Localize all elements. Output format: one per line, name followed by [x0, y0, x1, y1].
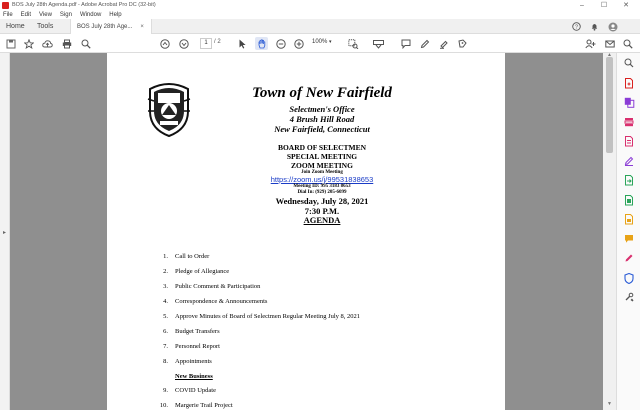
town-seal	[144, 81, 194, 138]
organize-pages-icon[interactable]	[623, 116, 635, 128]
new-business-heading: New Business	[175, 373, 213, 380]
pdf-page: Town of New Fairfield Selectmen's Office…	[107, 53, 505, 410]
tab-close-icon[interactable]: ×	[140, 24, 144, 30]
menu-view[interactable]: View	[39, 12, 52, 18]
scrollbar-thumb[interactable]	[606, 57, 613, 153]
agenda-item: 6. Budget Transfers	[163, 328, 220, 335]
meeting-id: Meeting ID: 995 3183 8653	[293, 184, 351, 189]
office-name: Selectmen's Office	[289, 104, 355, 114]
tab-home[interactable]: Home	[6, 19, 25, 34]
menu-bar: File Edit View Sign Window Help	[0, 10, 640, 19]
dial-in: Dial In: (929) 205-6099	[297, 190, 347, 195]
send-for-signature-icon[interactable]	[623, 194, 635, 206]
zoom-in-icon[interactable]	[292, 37, 305, 50]
zoom-meeting-heading: ZOOM MEETING	[291, 161, 353, 170]
keyboard-icon[interactable]	[372, 37, 385, 50]
agenda-item: 3. Public Comment & Participation	[163, 283, 261, 290]
stamp-icon[interactable]	[455, 37, 468, 50]
special-meeting-heading: SPECIAL MEETING	[286, 152, 358, 161]
highlight-icon[interactable]	[437, 37, 450, 50]
town-name: Town of New Fairfield	[252, 85, 392, 101]
tools-sidebar	[616, 53, 640, 410]
notifications-bell-icon[interactable]	[590, 19, 599, 34]
redact-icon[interactable]	[623, 252, 635, 264]
zoom-search-icon[interactable]	[79, 37, 92, 50]
email-icon[interactable]	[603, 37, 616, 50]
maximize-button[interactable]: ☐	[594, 0, 614, 10]
agenda-item: 9. COVID Update	[163, 387, 216, 394]
bookmark-star-icon[interactable]	[22, 37, 35, 50]
edit-pdf-icon[interactable]	[623, 135, 635, 147]
minimize-button[interactable]: –	[572, 0, 592, 10]
document-area: ▸ Town of New Fairfield Selectmen's Offi…	[0, 52, 616, 410]
tab-bar: Home Tools BOS July 28th Age... × ?	[0, 19, 640, 34]
agenda-item: 2. Pledge of Allegiance	[163, 268, 230, 275]
zoom-level-value: 100%	[312, 39, 328, 45]
search-icon[interactable]	[621, 37, 634, 50]
chevron-down-icon: ▾	[329, 39, 332, 45]
acrobat-app-icon	[2, 1, 9, 9]
fill-sign-icon[interactable]	[623, 155, 635, 167]
pen-icon[interactable]	[418, 37, 431, 50]
menu-sign[interactable]: Sign	[60, 12, 72, 18]
upload-icon[interactable]	[41, 37, 54, 50]
comment-tool-icon[interactable]	[623, 233, 635, 245]
page-total: / 2	[214, 39, 221, 45]
save-icon[interactable]	[4, 37, 17, 50]
menu-edit[interactable]: Edit	[21, 12, 31, 18]
toolbar: 1 / 2 100% ▾	[0, 34, 640, 53]
zoom-link[interactable]: https://zoom.us/j/99531838653	[207, 175, 437, 184]
scan-ocr-icon[interactable]	[623, 213, 635, 225]
more-tools-icon[interactable]	[623, 291, 635, 303]
user-account-icon[interactable]	[608, 19, 618, 34]
acrobat-window: BOS July 28th Agenda.pdf - Adobe Acrobat…	[0, 0, 640, 410]
marquee-zoom-icon[interactable]	[347, 37, 360, 50]
svg-text:?: ?	[575, 25, 578, 31]
window-title: BOS July 28th Agenda.pdf - Adobe Acrobat…	[12, 2, 156, 8]
page-number-input[interactable]: 1	[200, 38, 212, 49]
agenda-item: 5. Approve Minutes of Board of Selectmen …	[163, 313, 361, 320]
tab-document-label: BOS July 28th Age...	[77, 23, 133, 30]
agenda-heading: AGENDA	[303, 215, 341, 225]
scroll-down-icon[interactable]: ▼	[607, 401, 612, 407]
combine-files-icon[interactable]	[623, 96, 635, 108]
zoom-out-icon[interactable]	[274, 37, 287, 50]
share-icon[interactable]	[584, 37, 597, 50]
help-icon[interactable]: ?	[572, 19, 581, 34]
title-bar: BOS July 28th Agenda.pdf - Adobe Acrobat…	[0, 0, 640, 10]
close-window-button[interactable]: ✕	[616, 0, 636, 10]
agenda-item: 10. Margerie Trail Project	[159, 402, 233, 409]
agenda-item: 1. Call to Order	[163, 253, 210, 260]
zoom-level-select[interactable]: 100% ▾	[312, 39, 332, 45]
expand-left-panel-icon[interactable]: ▸	[3, 229, 6, 236]
next-page-icon[interactable]	[177, 37, 190, 50]
agenda-item: 7. Personnel Report	[163, 343, 220, 350]
agenda-item: 4. Correspondence & Announcements	[163, 298, 268, 305]
address-line-2: New Fairfield, Connecticut	[274, 124, 370, 134]
protect-icon[interactable]	[623, 272, 635, 284]
board-heading: BOARD OF SELECTMEN	[277, 143, 367, 152]
menu-file[interactable]: File	[3, 12, 13, 18]
left-panel-toggle[interactable]: ▸	[0, 53, 10, 410]
prev-page-icon[interactable]	[158, 37, 171, 50]
vertical-scrollbar[interactable]: ▲ ▼	[603, 52, 616, 410]
create-pdf-icon[interactable]	[623, 77, 635, 89]
meeting-date: Wednesday, July 28, 2021	[275, 196, 369, 206]
address-line-1: 4 Brush Hill Road	[289, 114, 355, 124]
comment-icon[interactable]	[399, 37, 412, 50]
search-tool-icon[interactable]	[623, 57, 635, 69]
menu-help[interactable]: Help	[109, 12, 121, 18]
agenda-item: 8. Appointments	[163, 358, 212, 365]
tab-document[interactable]: BOS July 28th Age... ×	[70, 19, 152, 34]
export-pdf-icon[interactable]	[623, 174, 635, 186]
tab-tools[interactable]: Tools	[37, 19, 53, 34]
print-icon[interactable]	[60, 37, 73, 50]
menu-window[interactable]: Window	[80, 12, 101, 18]
select-cursor-icon[interactable]	[236, 37, 249, 50]
hand-icon[interactable]	[255, 37, 268, 50]
